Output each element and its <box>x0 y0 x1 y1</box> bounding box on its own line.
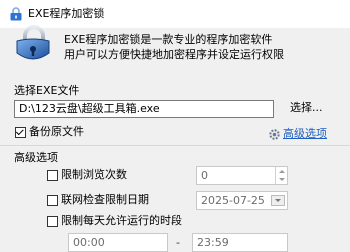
time-separator: - <box>176 236 180 249</box>
chevron-down-icon[interactable] <box>278 178 285 182</box>
limit-date-value: 2025-07-25 <box>201 194 265 207</box>
backup-checkbox-row[interactable]: 备份原文件 <box>15 125 84 139</box>
backup-checkbox[interactable] <box>15 126 26 138</box>
section-divider <box>0 145 350 146</box>
stepper-arrows[interactable] <box>275 167 287 184</box>
advanced-section-label: 高级选项 <box>14 151 58 164</box>
description-line-1: EXE程序加密锁是一款专业的程序加密软件 <box>64 33 273 46</box>
advanced-options-label: 高级选项 <box>283 127 327 140</box>
limit-date-picker[interactable]: 2025-07-25 <box>196 191 288 210</box>
limit-time-checkbox[interactable] <box>47 215 58 227</box>
backup-label: 备份原文件 <box>29 125 84 138</box>
time-start-value: 00:00 <box>73 236 105 249</box>
app-description: EXE程序加密锁是一款专业的程序加密软件 用户可以方便快捷地加密程序并设定运行权… <box>64 32 284 62</box>
file-section-label: 选择EXE文件 <box>14 84 80 97</box>
time-start-field[interactable]: 00:00 <box>68 233 168 252</box>
lock-icon <box>10 7 22 21</box>
time-end-value: 23:59 <box>197 236 229 249</box>
title-bar: EXE程序加密锁 <box>0 0 350 28</box>
dropdown-arrow-icon <box>275 199 281 202</box>
exe-path-input[interactable]: D:\123云盘\超级工具箱.exe <box>14 100 274 118</box>
limit-count-checkbox[interactable] <box>47 169 58 181</box>
limit-date-checkbox[interactable] <box>47 194 58 206</box>
padlock-icon <box>16 25 50 60</box>
limit-count-stepper[interactable]: 0 <box>196 166 288 185</box>
chevron-up-icon[interactable] <box>278 169 285 173</box>
window-title: EXE程序加密锁 <box>28 7 105 20</box>
limit-count-label: 限制浏览次数 <box>61 168 127 181</box>
limit-date-label: 联网检查限制日期 <box>61 193 149 206</box>
browse-button[interactable]: 选择... <box>290 101 323 115</box>
advanced-options-link[interactable]: 高级选项 <box>268 127 327 141</box>
time-end-field[interactable]: 23:59 <box>192 233 288 252</box>
date-dropdown-button[interactable] <box>271 195 285 206</box>
limit-date-row[interactable]: 联网检查限制日期 <box>47 193 149 207</box>
limit-time-row[interactable]: 限制每天允许运行的时段 <box>47 214 182 228</box>
limit-count-value: 0 <box>201 169 208 182</box>
limit-time-label: 限制每天允许运行的时段 <box>61 214 182 227</box>
limit-count-row[interactable]: 限制浏览次数 <box>47 168 127 182</box>
settings-icon <box>269 128 280 140</box>
description-line-2: 用户可以方便快捷地加密程序并设定运行权限 <box>64 48 284 61</box>
